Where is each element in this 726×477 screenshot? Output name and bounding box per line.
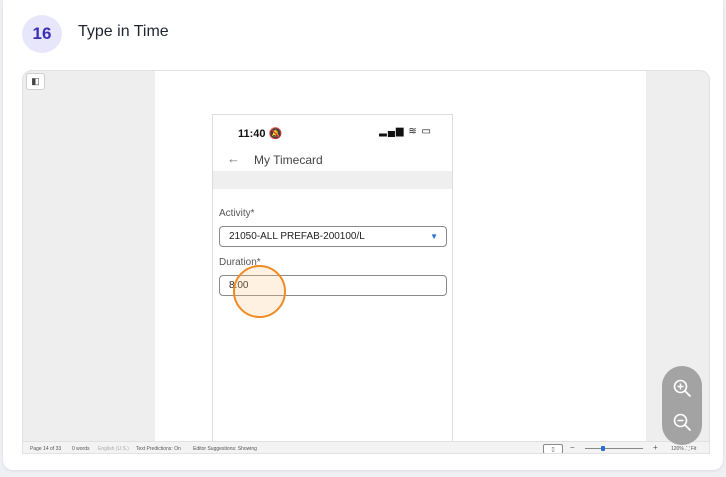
word-status-bar: Page 14 of 33 0 words English (U.S.) Tex… [23,441,709,453]
print-layout-button[interactable]: ▯ [543,444,563,453]
sidebar-icon[interactable]: ◧ [26,73,45,90]
zoom-plus-button[interactable]: + [653,443,658,452]
arrow-left-icon[interactable]: ← [227,151,240,166]
phone-status-icons: ▂▄▆ ≋ ▭ [379,126,432,137]
zoom-minus-button[interactable]: − [570,443,575,452]
zoom-slider[interactable] [585,448,643,449]
step-number-badge: 16 [22,15,62,53]
step-title: Type in Time [78,23,169,40]
text-predictions[interactable]: Text Predictions: On [136,446,181,452]
zoom-in-icon[interactable] [672,378,692,398]
nav-title: My Timecard [254,153,323,167]
editor-suggestions[interactable]: Editor Suggestions: Showing [193,446,257,452]
zoom-percent[interactable]: 120% [671,446,684,452]
bell-slash-icon: 🔕 [268,128,283,140]
phone-time: 11:40 🔕 [238,127,282,140]
caret-down-icon: ▼ [430,232,438,241]
click-indicator [233,265,286,318]
document-page: 11:40 🔕 ▂▄▆ ≋ ▭ ← My Timecard Activity* … [155,71,646,444]
zoom-controls [662,366,702,445]
battery-icon: ▭ [421,126,432,137]
activity-value: 21050-ALL PREFAB-200100/L [229,231,365,242]
page-count[interactable]: Page 14 of 33 [30,446,61,452]
activity-select[interactable]: 21050-ALL PREFAB-200100/L ▼ [219,226,447,247]
wifi-icon: ≋ [408,126,418,137]
zoom-slider-handle[interactable] [601,446,605,451]
screenshot-frame: ◧ 11:40 🔕 ▂▄▆ ≋ ▭ ← My Timecard Activity… [22,70,710,454]
header-divider [213,171,452,189]
fit-button[interactable]: ⛶ Fit [686,446,696,452]
signal-icon: ▂▄▆ [379,126,405,137]
phone-screenshot: 11:40 🔕 ▂▄▆ ≋ ▭ ← My Timecard Activity* … [212,114,453,444]
fit-label: Fit [690,446,697,452]
language-indicator[interactable]: English (U.S.) [98,446,129,452]
phone-time-text: 11:40 [238,128,266,140]
step-card: 16 Type in Time ◧ 11:40 🔕 ▂▄▆ ≋ ▭ ← My T… [3,0,723,470]
word-count[interactable]: 0 words [72,446,90,452]
zoom-out-icon[interactable] [672,412,692,432]
activity-label: Activity* [219,208,255,219]
